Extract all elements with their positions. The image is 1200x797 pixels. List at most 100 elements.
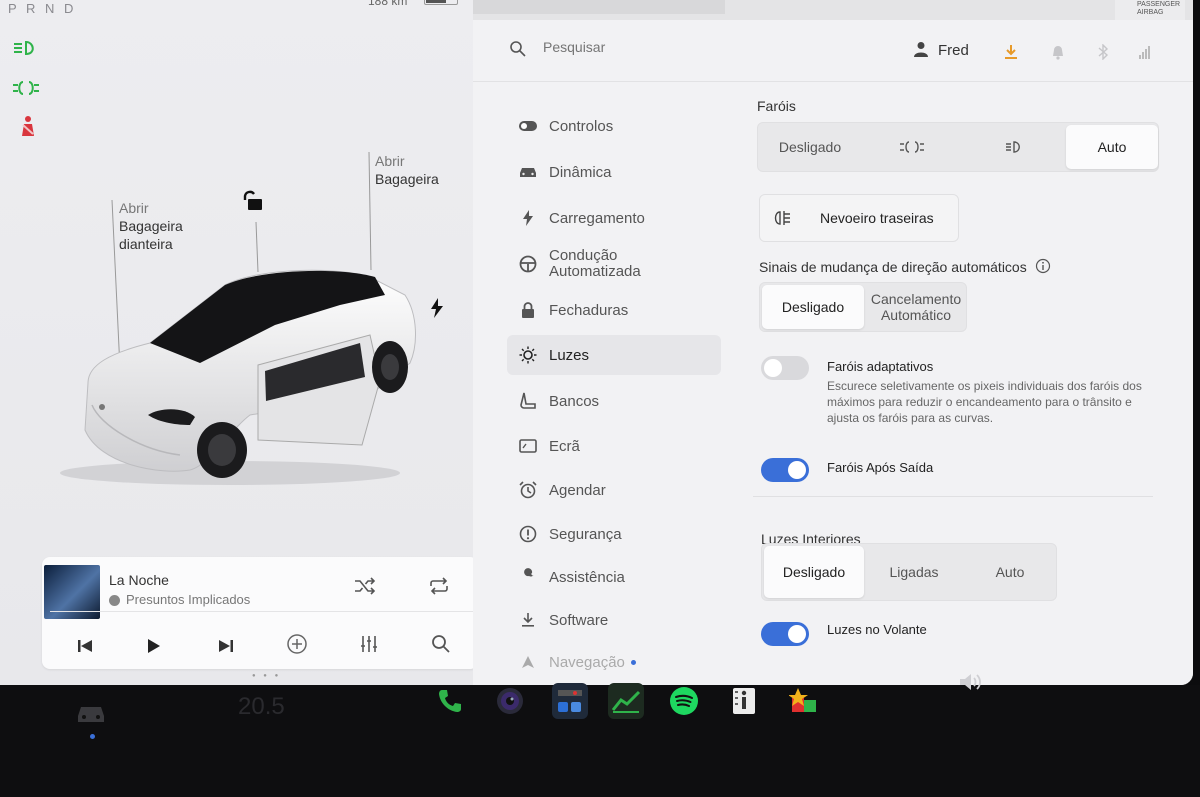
nav-item-label: Controlos: [549, 117, 614, 135]
alarm-icon: [507, 481, 549, 499]
nav-item-dynamics[interactable]: Dinâmica: [507, 152, 721, 192]
adaptive-headlights-toggle[interactable]: [761, 356, 809, 380]
interior-lights-selector: Desligado Ligadas Auto: [761, 543, 1057, 601]
nav-item-locks[interactable]: Fechaduras: [507, 290, 721, 330]
turn-signals-title: Sinais de mudança de direção automáticos: [759, 259, 1027, 275]
section-divider: [753, 496, 1153, 497]
settings-pane: PASSENGER AIRBAG Fred Controlos Dinâmica: [473, 0, 1193, 685]
bolt-icon: [507, 210, 549, 226]
camera-app-icon[interactable]: [492, 683, 528, 719]
nav-item-charging[interactable]: Carregamento: [507, 198, 721, 238]
interior-lights-on-option[interactable]: Ligadas: [866, 546, 962, 598]
nav-item-navigation[interactable]: Navegação: [507, 642, 721, 682]
user-icon[interactable]: [913, 41, 929, 57]
settings-header: Fred: [473, 20, 1193, 82]
rear-fog-label: Nevoeiro traseiras: [820, 210, 934, 226]
next-track-icon[interactable]: [211, 631, 241, 661]
turn-signals-auto-cancel-option[interactable]: Cancelamento Automático: [866, 285, 966, 329]
song-artist: Presuntos Implicados: [126, 592, 251, 607]
nav-item-lights[interactable]: Luzes: [507, 335, 721, 375]
headlights-on-option[interactable]: [964, 125, 1064, 169]
add-favorite-icon[interactable]: [282, 629, 312, 659]
lock-icon: [507, 302, 549, 318]
adaptive-headlights-description: Escurece seletivamente os pixeis individ…: [827, 379, 1142, 425]
turn-signals-selector: Desligado Cancelamento Automático: [759, 282, 967, 332]
nav-item-label: Luzes: [549, 346, 590, 364]
steering-wheel-lights-label: Luzes no Volante: [827, 622, 927, 637]
energy-app-icon[interactable]: [608, 683, 644, 719]
headlights-after-exit-label: Faróis Após Saída: [827, 460, 934, 475]
navigation-icon: [507, 655, 549, 669]
seat-icon: [507, 392, 549, 410]
toybox-app-icon[interactable]: [786, 683, 822, 719]
display-icon: [507, 439, 549, 453]
car-pane: P R N D 188 km Abrir Bagageira dianteira: [0, 0, 478, 685]
download-update-icon[interactable]: [1003, 44, 1019, 60]
car-status-dot: [90, 734, 95, 739]
previous-track-icon[interactable]: [70, 631, 100, 661]
rear-fog-icon: [774, 211, 790, 225]
divider: [50, 611, 478, 612]
user-name[interactable]: Fred: [938, 42, 969, 59]
search-input[interactable]: [543, 39, 743, 55]
top-status-strip: PASSENGER AIRBAG: [473, 0, 1193, 20]
passenger-airbag-indicator: PASSENGER AIRBAG: [1115, 0, 1185, 20]
headlights-parking-option[interactable]: [862, 125, 962, 169]
bluetooth-icon[interactable]: [1097, 44, 1109, 60]
car-icon[interactable]: [76, 702, 106, 724]
headlights-after-exit-toggle[interactable]: [761, 458, 809, 482]
nav-item-controls[interactable]: Controlos: [507, 106, 721, 146]
nav-item-label: Fechaduras: [549, 301, 629, 319]
headlights-off-option[interactable]: Desligado: [760, 125, 860, 169]
nav-item-autopilot[interactable]: Condução Automatizada: [507, 241, 721, 287]
nav-item-safety[interactable]: Segurança: [507, 514, 721, 554]
nav-item-schedule[interactable]: Agendar: [507, 470, 721, 510]
steering-wheel-lights-toggle[interactable]: [761, 622, 809, 646]
light-icon: [507, 346, 549, 364]
shuffle-icon[interactable]: [350, 571, 380, 601]
bell-icon[interactable]: [1051, 44, 1065, 60]
page-indicator: ● ● ●: [252, 673, 282, 679]
notification-dot: [630, 659, 636, 665]
top-status-strip-left: [473, 0, 725, 14]
equalizer-icon[interactable]: [354, 629, 384, 659]
nav-item-seats[interactable]: Bancos: [507, 381, 721, 421]
turn-signals-off-option[interactable]: Desligado: [762, 285, 864, 329]
lights-settings: Faróis Desligado Auto Nevoeiro traseiras…: [753, 82, 1193, 685]
volume-icon[interactable]: [958, 671, 984, 693]
nav-item-label: Segurança: [549, 525, 622, 543]
headlights-auto-option[interactable]: Auto: [1066, 125, 1158, 169]
parking-lights-icon: [900, 141, 924, 153]
nav-item-label: Ecrã: [549, 437, 580, 455]
song-title: La Noche: [109, 572, 169, 588]
headlights-title: Faróis: [757, 98, 796, 114]
wrench-icon: [507, 568, 549, 586]
car-icon: [507, 166, 549, 178]
nav-item-service[interactable]: Assistência: [507, 557, 721, 597]
nav-item-label: Assistência: [549, 568, 625, 586]
info-icon[interactable]: [1035, 258, 1051, 274]
dashcam-app-icon[interactable]: [552, 683, 588, 719]
nav-item-label: Bancos: [549, 392, 600, 410]
low-beam-icon: [1006, 141, 1020, 153]
media-search-icon[interactable]: [426, 629, 456, 659]
spotify-app-icon[interactable]: [666, 683, 702, 719]
interior-lights-auto-option[interactable]: Auto: [964, 546, 1056, 598]
rear-fog-button[interactable]: Nevoeiro traseiras: [759, 194, 959, 242]
interior-lights-off-option[interactable]: Desligado: [764, 546, 864, 598]
info-icon: [507, 525, 549, 543]
unlock-icon[interactable]: [240, 190, 264, 212]
adaptive-headlights-label: Faróis adaptativos: [827, 359, 934, 374]
lte-signal-icon: [1139, 46, 1150, 59]
phone-app-icon[interactable]: [432, 683, 468, 719]
nav-item-display[interactable]: Ecrã: [507, 426, 721, 466]
steering-wheel-icon: [507, 255, 549, 273]
nav-item-label: Dinâmica: [549, 163, 612, 181]
manual-app-icon[interactable]: [726, 683, 762, 719]
nav-item-software[interactable]: Software: [507, 600, 721, 640]
cabin-temperature[interactable]: 20.5: [238, 693, 285, 721]
headlights-selector: Desligado Auto: [757, 122, 1159, 172]
play-icon[interactable]: [139, 631, 169, 661]
search-icon[interactable]: [509, 40, 527, 58]
repeat-icon[interactable]: [424, 571, 454, 601]
